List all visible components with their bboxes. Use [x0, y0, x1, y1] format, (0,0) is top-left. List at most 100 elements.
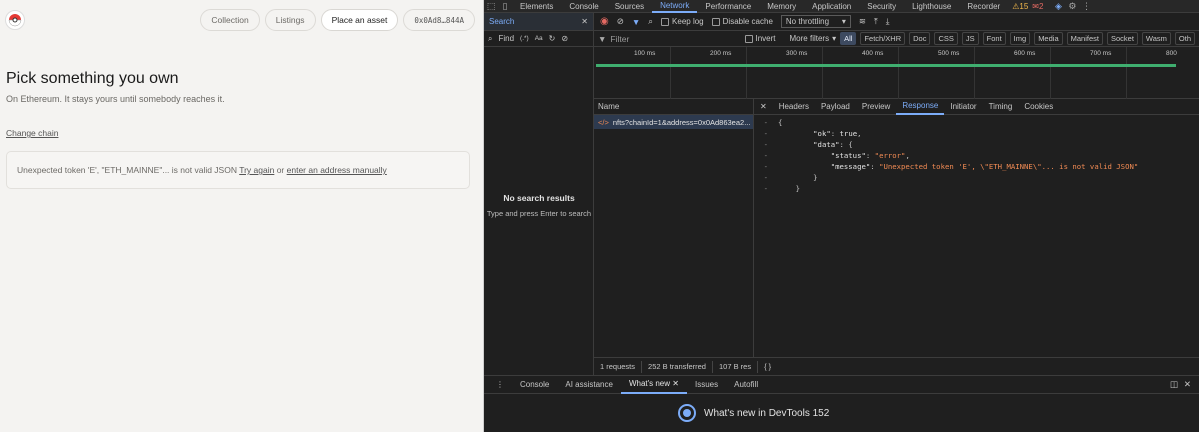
whats-new-title: What's new in DevTools 152 [704, 407, 830, 419]
filter-chip-all[interactable]: All [840, 32, 857, 45]
place-asset-button[interactable]: Place an asset [320, 9, 399, 31]
enter-address-manually-link[interactable]: enter an address manually [287, 165, 387, 175]
timeline-tick: 400 ms [862, 50, 884, 57]
close-search-icon[interactable]: ✕ [581, 17, 588, 26]
tab-timing[interactable]: Timing [983, 99, 1019, 115]
record-icon[interactable]: ◉ [600, 16, 609, 27]
device-toolbar-icon[interactable]: ▯ [498, 1, 512, 12]
change-chain-link[interactable]: Change chain [6, 128, 58, 138]
tab-performance[interactable]: Performance [697, 0, 759, 13]
devtools: ⬚ ▯ Elements Console Sources Network Per… [484, 0, 1199, 432]
tab-console[interactable]: Console [561, 0, 606, 13]
regex-toggle[interactable]: (.*) [520, 35, 529, 42]
invert-checkbox[interactable]: Invert [744, 34, 776, 43]
detail-tab-bar: ✕ Headers Payload Preview Response Initi… [754, 99, 1199, 115]
filter-chip-img[interactable]: Img [1009, 32, 1031, 45]
network-panel: ◉ ⊘ ▼ ⌕ Keep log Disable cache No thrott… [594, 13, 1199, 375]
timeline-tick: 600 ms [1014, 50, 1036, 57]
name-column-header[interactable]: Name [594, 99, 753, 115]
close-drawer-icon[interactable]: ✕ [1184, 379, 1199, 390]
filter-chip-font[interactable]: Font [982, 32, 1006, 45]
throttling-select[interactable]: No throttling ▾ [780, 15, 851, 28]
code-line: - } [763, 184, 800, 193]
wallet-address-button[interactable]: 0x0Ad8…844A [403, 9, 475, 31]
search-network-icon[interactable]: ⌕ [648, 16, 653, 27]
tab-preview[interactable]: Preview [856, 99, 896, 115]
warnings-badge[interactable]: ⚠15 [1012, 2, 1028, 11]
timeline-gridline [1126, 47, 1127, 99]
filter-chip-css[interactable]: CSS [934, 32, 958, 45]
tab-cookies[interactable]: Cookies [1018, 99, 1059, 115]
export-icon[interactable]: ⤓ [886, 16, 890, 27]
refresh-icon[interactable]: ↻ [549, 34, 556, 43]
tab-initiator[interactable]: Initiator [944, 99, 982, 115]
json-key: "status" [830, 151, 866, 160]
tab-payload[interactable]: Payload [815, 99, 856, 115]
clear-icon[interactable]: ⊘ [561, 34, 568, 43]
request-name: nfts?chainId=1&address=0x0Ad863ea2... [612, 117, 751, 127]
disable-cache-checkbox[interactable]: Disable cache [711, 17, 773, 26]
drawer-tab-whats-new[interactable]: What's new ✕ [620, 376, 687, 394]
close-detail-icon[interactable]: ✕ [754, 99, 773, 115]
filter-icon[interactable]: ▼ [632, 17, 640, 27]
pretty-print-icon[interactable]: { } [764, 362, 771, 371]
tab-lighthouse[interactable]: Lighthouse [904, 0, 959, 13]
preserve-log-label: Keep log [672, 17, 704, 26]
tab-application[interactable]: Application [804, 0, 859, 13]
extension-icon[interactable]: ◈ [1051, 1, 1065, 12]
filter-chip-other[interactable]: Oth [1174, 32, 1195, 45]
tab-memory[interactable]: Memory [759, 0, 804, 13]
pokeball-logo-icon[interactable] [5, 10, 25, 30]
tab-elements[interactable]: Elements [512, 0, 561, 13]
code-line: - "ok": true, [763, 129, 862, 138]
network-status-bar: 1 requests 252 B transferred 107 B res {… [594, 357, 1199, 375]
checkbox-box [661, 17, 670, 26]
filter-chip-doc[interactable]: Doc [909, 32, 931, 45]
search-find-input[interactable]: Find [498, 34, 514, 43]
inspect-element-icon[interactable]: ⬚ [484, 1, 498, 12]
filter-chip-media[interactable]: Media [1034, 32, 1063, 45]
request-row[interactable]: </> nfts?chainId=1&address=0x0Ad863ea2..… [594, 115, 753, 129]
more-filters-label: More filters [789, 34, 830, 43]
filter-chip-manifest[interactable]: Manifest [1066, 32, 1103, 45]
clear-log-icon[interactable]: ⊘ [617, 16, 624, 27]
tab-response[interactable]: Response [896, 99, 945, 115]
code-line: - "message": "Unexpected token 'E', \"ET… [763, 162, 1139, 171]
tab-headers[interactable]: Headers [773, 99, 815, 115]
more-options-icon[interactable]: ⋮ [1079, 1, 1093, 12]
filter-chip-socket[interactable]: Socket [1106, 32, 1138, 45]
drawer-tab-issues[interactable]: Issues [687, 376, 726, 394]
timeline-gridline [974, 47, 975, 99]
match-case-toggle[interactable]: Aa [535, 35, 543, 42]
drawer-tab-autofill[interactable]: Autofill [726, 376, 766, 394]
settings-gear-icon[interactable]: ⚙ [1065, 1, 1079, 12]
more-filters-dropdown[interactable]: More filters ▾ [790, 34, 837, 43]
listings-button[interactable]: Listings [264, 9, 316, 31]
filter-chip-fetch-xhr[interactable]: Fetch/XHR [860, 32, 906, 45]
collection-button[interactable]: Collection [200, 9, 260, 31]
tab-network[interactable]: Network [652, 0, 698, 13]
page-subtitle: On Ethereum. It stays yours until somebo… [6, 94, 225, 104]
tab-security[interactable]: Security [859, 0, 904, 13]
drawer-tab-ai-assistance[interactable]: AI assistance [557, 376, 621, 394]
dock-side-icon[interactable]: ◫ [1170, 379, 1184, 390]
network-conditions-icon[interactable]: ≋ [859, 16, 866, 27]
drawer-tab-console[interactable]: Console [512, 376, 557, 394]
errors-badge[interactable]: ✉2 [1032, 2, 1043, 11]
drawer-menu-icon[interactable]: ⋮ [488, 376, 512, 394]
disable-cache-label: Disable cache [722, 17, 773, 26]
throttling-value: No throttling [785, 17, 830, 26]
filter-chip-js[interactable]: JS [961, 32, 979, 45]
try-again-link[interactable]: Try again [239, 165, 274, 175]
tab-sources[interactable]: Sources [607, 0, 652, 13]
import-icon[interactable]: ⤒ [874, 16, 878, 27]
search-panel-title: Search [489, 17, 515, 26]
filter-chip-wasm[interactable]: Wasm [1141, 32, 1171, 45]
preserve-log-checkbox[interactable]: Keep log [661, 17, 704, 26]
transferred-size: 252 B transferred [648, 362, 706, 371]
request-detail-panel: ✕ Headers Payload Preview Response Initi… [754, 99, 1199, 375]
network-overview-timeline[interactable]: 100 ms 200 ms 300 ms 400 ms 500 ms 600 m… [594, 47, 1199, 99]
filter-input[interactable]: Filter [610, 34, 740, 44]
timeline-tick: 700 ms [1090, 50, 1112, 57]
tab-recorder[interactable]: Recorder [959, 0, 1008, 13]
